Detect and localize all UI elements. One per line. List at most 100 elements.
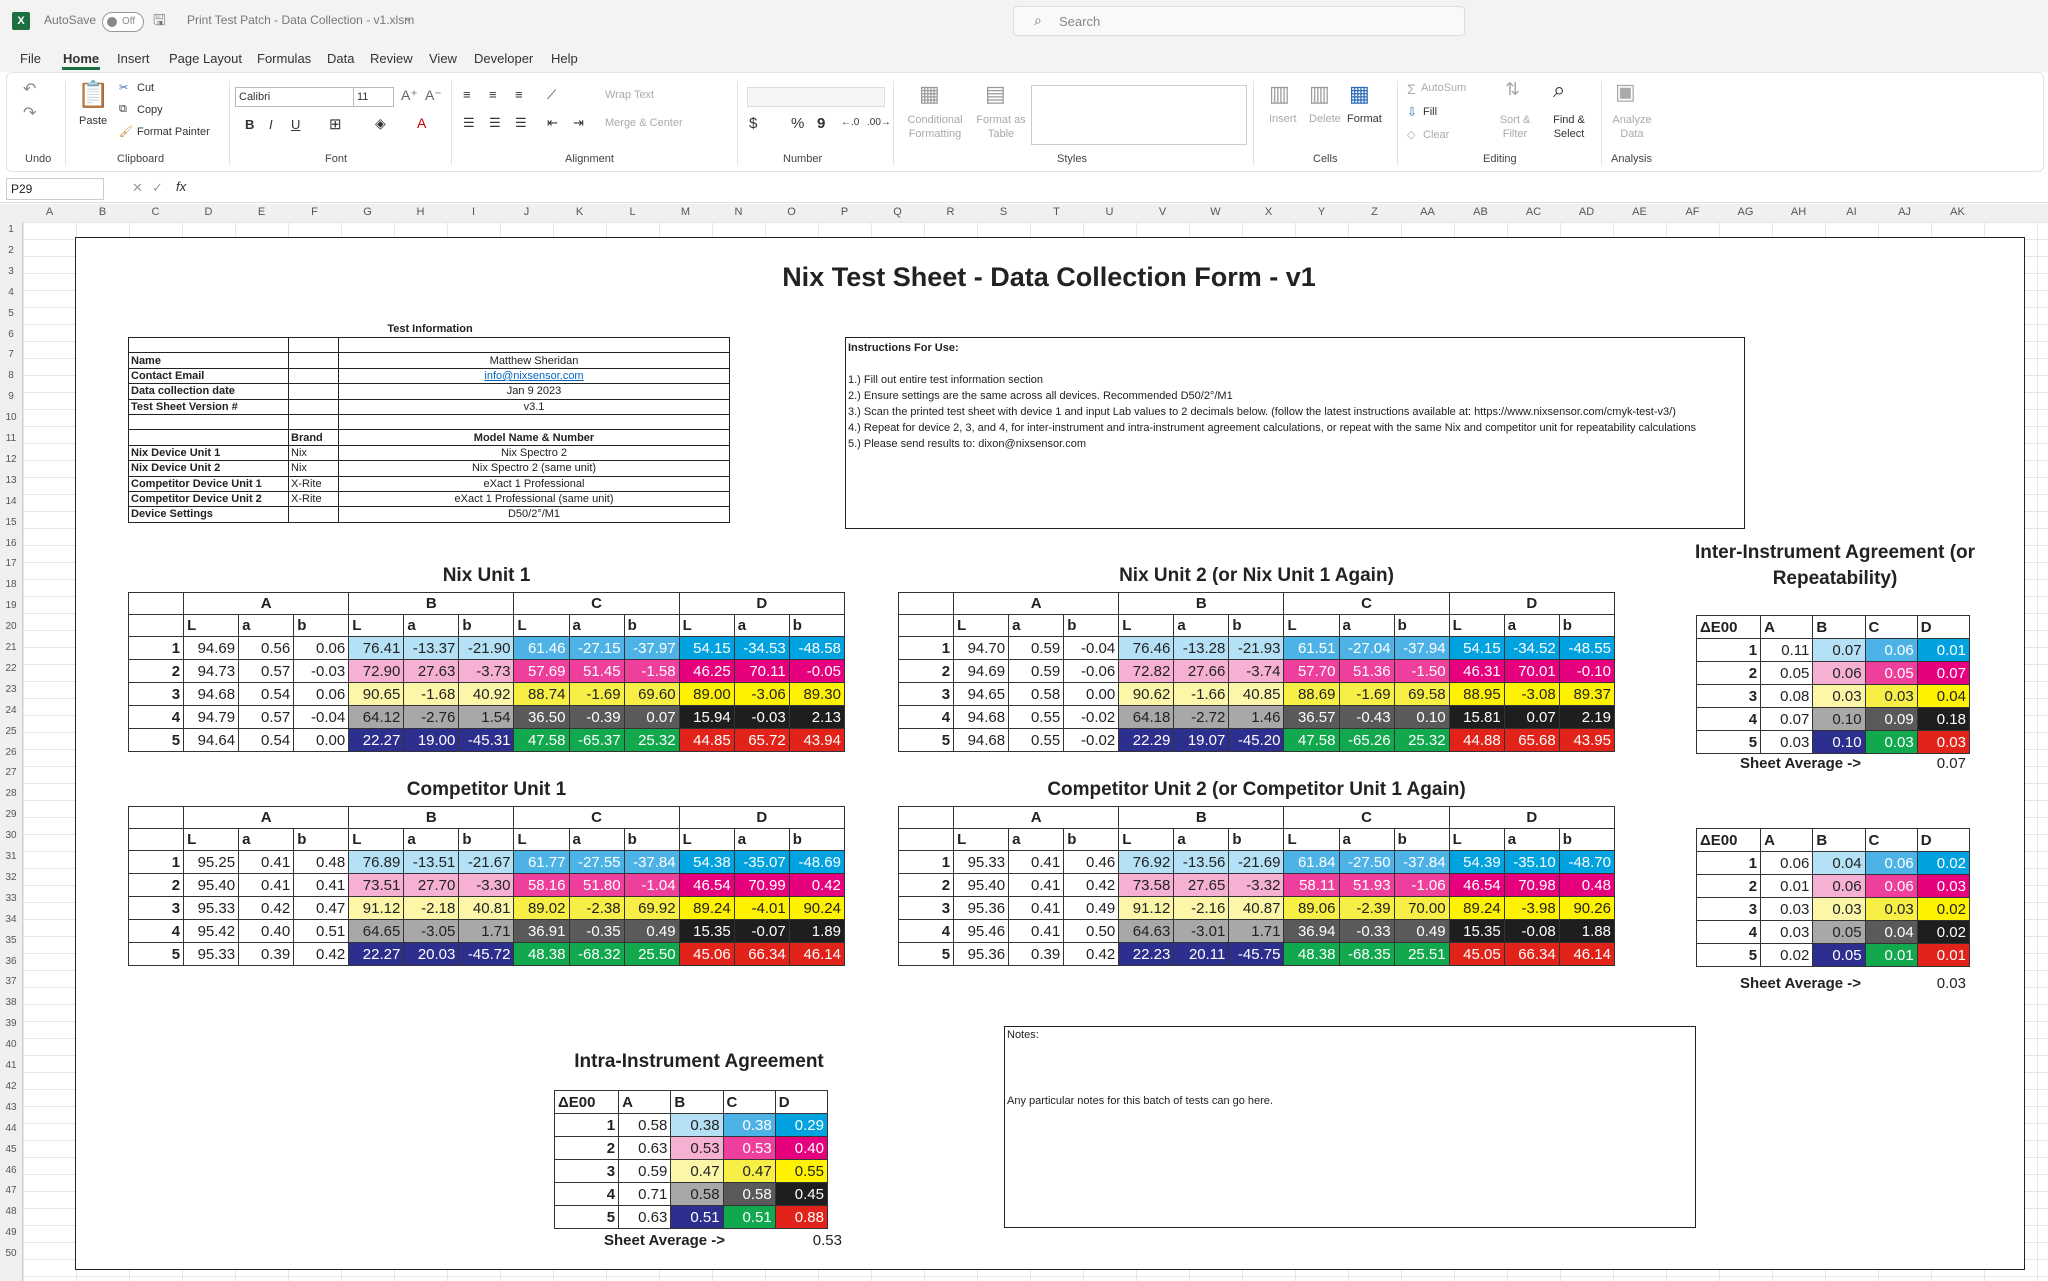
column-header[interactable]: AK: [1931, 206, 1984, 218]
column-header[interactable]: AD: [1560, 206, 1613, 218]
delta-e-cell[interactable]: 0.08: [1760, 684, 1814, 708]
delta-e-cell[interactable]: 0.03: [1916, 730, 1971, 754]
lab-value-cell[interactable]: -1.69: [1338, 682, 1395, 706]
row-header[interactable]: 15: [0, 517, 22, 528]
lab-value-cell[interactable]: 22.23: [1118, 942, 1175, 966]
orientation-icon[interactable]: ⟋: [547, 87, 556, 103]
lab-value-cell[interactable]: 0.41: [1008, 873, 1065, 897]
lab-value-cell[interactable]: 88.95: [1448, 682, 1505, 706]
row-header[interactable]: 7: [0, 349, 22, 360]
lab-value-cell[interactable]: -27.04: [1338, 636, 1395, 660]
autosum-button[interactable]: AutoSum: [1421, 82, 1466, 94]
delta-e-cell[interactable]: 0.03: [1760, 897, 1814, 921]
increase-indent-icon[interactable]: ⇥: [573, 115, 584, 131]
delta-e-cell[interactable]: 0.02: [1760, 943, 1814, 967]
lab-value-cell[interactable]: 89.00: [678, 682, 735, 706]
row-header[interactable]: 45: [0, 1144, 22, 1155]
row-header[interactable]: 32: [0, 872, 22, 883]
lab-value-cell[interactable]: 1.71: [458, 919, 515, 943]
copy-button[interactable]: Copy: [137, 104, 163, 116]
lab-value-cell[interactable]: -13.37: [403, 636, 460, 660]
cut-icon[interactable]: ✂: [119, 81, 128, 94]
lab-value-cell[interactable]: 43.94: [788, 728, 846, 752]
lab-value-cell[interactable]: 89.30: [788, 682, 846, 706]
column-header[interactable]: L: [606, 206, 659, 218]
version-value[interactable]: v3.1: [338, 398, 730, 415]
lab-value-cell[interactable]: 15.35: [1448, 919, 1505, 943]
lab-value-cell[interactable]: 2.19: [1558, 705, 1616, 729]
row-header[interactable]: 47: [0, 1185, 22, 1196]
lab-value-cell[interactable]: 66.34: [733, 942, 790, 966]
lab-value-cell[interactable]: 43.95: [1558, 728, 1616, 752]
lab-value-cell[interactable]: 61.77: [513, 850, 570, 874]
lab-value-cell[interactable]: 0.41: [1008, 896, 1065, 920]
lab-value-cell[interactable]: 90.24: [788, 896, 846, 920]
lab-value-cell[interactable]: 89.24: [678, 896, 735, 920]
lab-value-cell[interactable]: -34.53: [733, 636, 790, 660]
delta-e-cell[interactable]: 0.58: [618, 1113, 672, 1137]
delta-e-cell[interactable]: 0.01: [1916, 943, 1971, 967]
analyze-data-button[interactable]: Analyze Data: [1609, 113, 1655, 141]
lab-value-cell[interactable]: 0.55: [1008, 705, 1065, 729]
column-header[interactable]: D: [182, 206, 235, 218]
menu-data[interactable]: Data: [327, 51, 354, 66]
lab-value-cell[interactable]: 0.07: [1503, 705, 1560, 729]
formula-input[interactable]: [196, 178, 2042, 198]
lab-value-cell[interactable]: -0.06: [1063, 659, 1120, 683]
lab-value-cell[interactable]: -2.38: [568, 896, 625, 920]
format-painter-button[interactable]: Format Painter: [137, 126, 210, 138]
lab-value-cell[interactable]: 22.27: [348, 942, 405, 966]
lab-value-cell[interactable]: -48.58: [788, 636, 846, 660]
delta-e-cell[interactable]: 0.03: [1916, 874, 1971, 898]
delta-e-cell[interactable]: 0.07: [1760, 707, 1814, 731]
column-header[interactable]: U: [1083, 206, 1136, 218]
delta-e-cell[interactable]: 0.51: [722, 1205, 776, 1229]
comma-format[interactable]: 9: [817, 115, 825, 132]
lab-value-cell[interactable]: 0.42: [293, 942, 350, 966]
lab-value-cell[interactable]: 61.84: [1283, 850, 1340, 874]
lab-value-cell[interactable]: 94.79: [183, 705, 240, 729]
lab-value-cell[interactable]: -0.02: [1063, 705, 1120, 729]
lab-value-cell[interactable]: 0.51: [293, 919, 350, 943]
lab-value-cell[interactable]: 0.42: [238, 896, 295, 920]
lab-value-cell[interactable]: -27.50: [1338, 850, 1395, 874]
lab-value-cell[interactable]: 70.11: [733, 659, 790, 683]
analyze-data-icon[interactable]: ▣: [1615, 79, 1636, 105]
lab-value-cell[interactable]: 61.46: [513, 636, 570, 660]
column-header[interactable]: K: [553, 206, 606, 218]
lab-value-cell[interactable]: 46.14: [788, 942, 846, 966]
lab-value-cell[interactable]: 0.06: [293, 636, 350, 660]
delta-e-cell[interactable]: 0.04: [1864, 920, 1918, 944]
column-header[interactable]: W: [1189, 206, 1242, 218]
lab-value-cell[interactable]: 72.90: [348, 659, 405, 683]
lab-value-cell[interactable]: 25.50: [623, 942, 680, 966]
column-header[interactable]: AE: [1613, 206, 1666, 218]
column-header[interactable]: B: [76, 206, 129, 218]
lab-value-cell[interactable]: 51.45: [568, 659, 625, 683]
lab-value-cell[interactable]: 36.50: [513, 705, 570, 729]
row-header[interactable]: 13: [0, 475, 22, 486]
merge-center-button[interactable]: Merge & Center: [605, 117, 683, 129]
delta-e-cell[interactable]: 0.07: [1812, 638, 1866, 662]
enter-icon[interactable]: ✓: [152, 180, 163, 196]
italic-icon[interactable]: I: [269, 117, 273, 132]
lab-value-cell[interactable]: 95.33: [953, 850, 1010, 874]
lab-value-cell[interactable]: 2.13: [788, 705, 846, 729]
clear-icon[interactable]: ◇: [1407, 128, 1415, 141]
delete-cells-button[interactable]: Delete: [1309, 113, 1341, 125]
lab-value-cell[interactable]: 46.54: [1448, 873, 1505, 897]
lab-value-cell[interactable]: 0.41: [1008, 850, 1065, 874]
lab-value-cell[interactable]: 70.99: [733, 873, 790, 897]
conditional-formatting-icon[interactable]: ▦: [919, 81, 940, 107]
delta-e-cell[interactable]: 0.03: [1812, 897, 1866, 921]
delta-e-cell[interactable]: 0.05: [1812, 943, 1866, 967]
lab-value-cell[interactable]: 0.59: [1008, 636, 1065, 660]
column-header[interactable]: E: [235, 206, 288, 218]
menu-view[interactable]: View: [429, 51, 457, 66]
lab-value-cell[interactable]: 0.41: [238, 850, 295, 874]
lab-value-cell[interactable]: 46.25: [678, 659, 735, 683]
device-brand[interactable]: X-Rite: [288, 475, 339, 492]
row-header[interactable]: 5: [0, 308, 22, 319]
row-header[interactable]: 28: [0, 788, 22, 799]
lab-value-cell[interactable]: 69.58: [1393, 682, 1450, 706]
